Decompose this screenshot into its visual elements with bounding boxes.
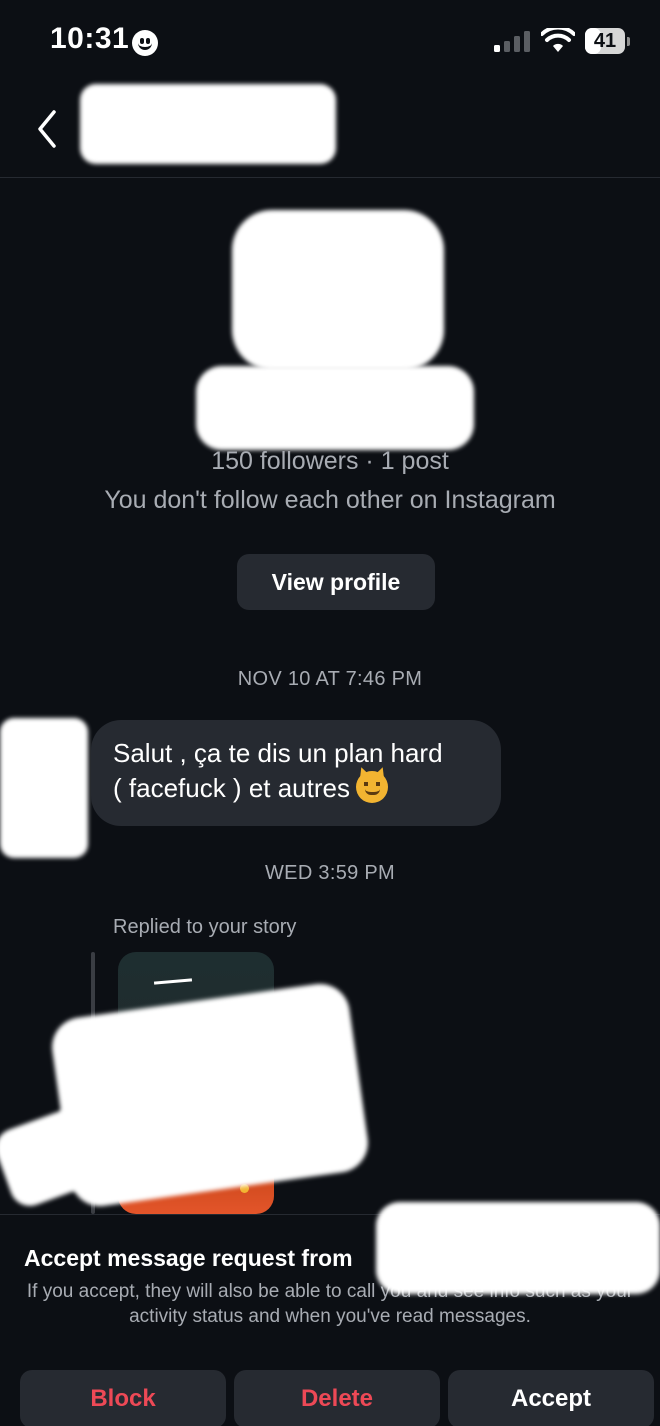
- wifi-icon: [541, 28, 575, 52]
- message-bubble[interactable]: Salut , ça te dis un plan hard ( facefuc…: [91, 720, 501, 826]
- accept-button[interactable]: Accept: [448, 1370, 654, 1426]
- back-chevron-icon[interactable]: [26, 104, 70, 154]
- profile-stats: 150 followers · 1 post: [211, 447, 449, 475]
- redacted-sender-avatar: [0, 718, 88, 858]
- redacted-username: [80, 84, 336, 164]
- timestamp: NOV 10 AT 7:46 PM: [237, 668, 423, 690]
- battery-cap: [627, 37, 630, 46]
- story-reply-caption: Replied to your story: [113, 916, 297, 938]
- battery-icon: 41: [585, 28, 625, 54]
- redacted-avatar: [232, 210, 444, 370]
- smiley-status-icon: [132, 30, 158, 56]
- view-profile-button[interactable]: View profile: [237, 554, 435, 610]
- story-thumbnail-mark: [153, 978, 193, 985]
- redacted-profile-name: [196, 366, 474, 450]
- redacted-requester-name: [376, 1202, 660, 1294]
- cellular-signal-icon: [494, 30, 532, 52]
- smiling-cat-horns-emoji-icon: [355, 771, 388, 803]
- accept-request-title: Accept message request from: [24, 1245, 353, 1271]
- nav-divider: [0, 177, 660, 178]
- timestamp: WED 3:59 PM: [265, 862, 395, 884]
- battery-level-text: 41: [593, 30, 617, 52]
- message-line: Salut , ça te dis un plan hard: [113, 738, 443, 768]
- block-button[interactable]: Block: [20, 1370, 226, 1426]
- message-line-text: ( facefuck ) et autres: [113, 773, 350, 803]
- message-line: ( facefuck ) et autres: [113, 771, 479, 806]
- screen: 10:31 41 150 followers · 1 post You don'…: [0, 0, 660, 1426]
- profile-relation-text: You don't follow each other on Instagram: [104, 486, 556, 514]
- status-time: 10:31: [50, 22, 130, 55]
- delete-button[interactable]: Delete: [234, 1370, 440, 1426]
